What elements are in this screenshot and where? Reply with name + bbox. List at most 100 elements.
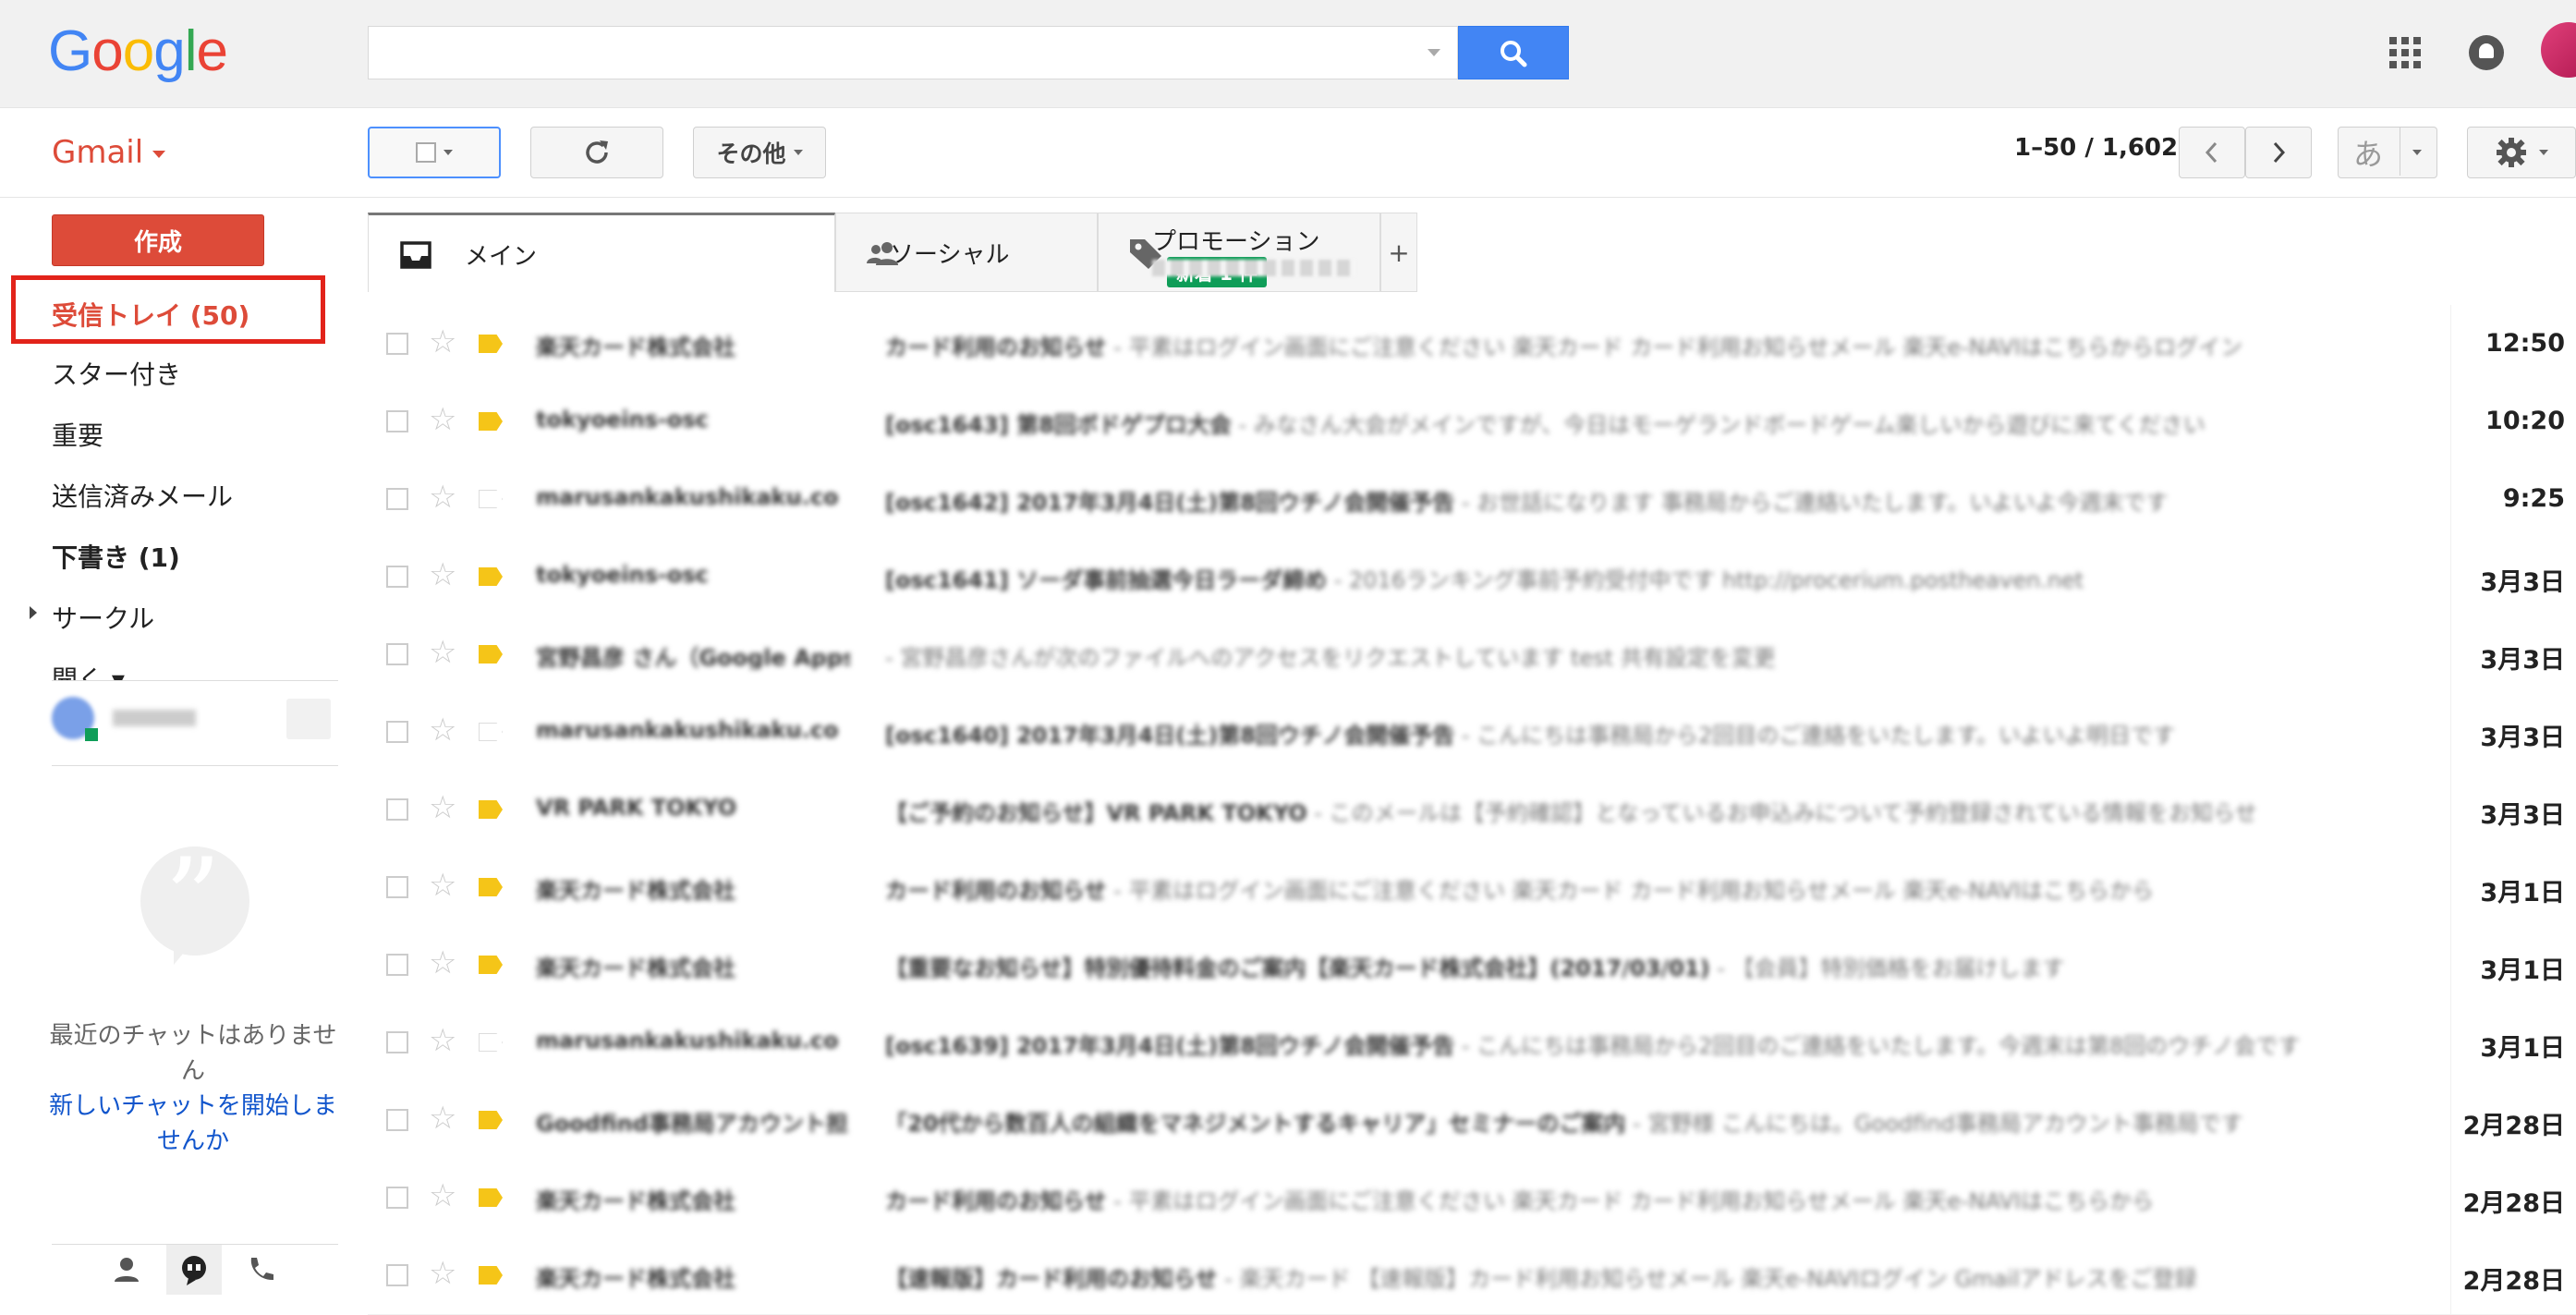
mail-snippet: - みなさん大会がメインですが、今日はモーゲランドボードゲーム楽しいから遊びに来… [1231, 412, 2205, 436]
phone-icon[interactable] [242, 1252, 277, 1287]
more-actions-button[interactable]: その他 [693, 127, 826, 178]
row-checkbox[interactable] [386, 566, 408, 588]
divider [2450, 615, 2451, 693]
importance-marker-icon[interactable] [479, 800, 503, 819]
sidebar-item-important[interactable]: 重要 [52, 416, 103, 453]
mail-row[interactable]: ☆ 楽天カード株式会社 カード利用のお知らせ - 平素はログイン画面にご注意ください… [368, 848, 2576, 927]
settings-button[interactable] [2467, 127, 2576, 178]
star-icon[interactable]: ☆ [429, 1022, 456, 1059]
star-icon[interactable]: ☆ [429, 1100, 456, 1137]
mail-row[interactable]: ☆ marusankakushikaku.co [osc1640] 2017年3月4… [368, 693, 2576, 772]
row-checkbox[interactable] [386, 333, 408, 355]
notifications-bell-icon[interactable] [2469, 35, 2504, 70]
star-icon[interactable]: ☆ [429, 1255, 456, 1292]
mail-row[interactable]: ☆ tokyoeins-osc [osc1641] ソーダ事前抽選今日ラーダ締め -… [368, 538, 2576, 616]
add-tab-button[interactable]: + [1380, 213, 1417, 292]
divider [2450, 460, 2451, 538]
mail-date: 3月3日 [2480, 568, 2565, 597]
importance-marker-icon[interactable] [479, 645, 503, 664]
star-icon[interactable]: ☆ [429, 1177, 456, 1214]
star-icon[interactable]: ☆ [429, 789, 456, 826]
search-button[interactable] [1458, 26, 1569, 79]
mail-row[interactable]: ☆ 楽天カード株式会社 カード利用のお知らせ - 平素はログイン画面にご注意ください… [368, 1159, 2576, 1237]
row-checkbox[interactable] [386, 798, 408, 821]
sidebar-item-sent[interactable]: 送信済みメール [52, 477, 233, 514]
star-icon[interactable]: ☆ [429, 944, 456, 981]
importance-marker-icon[interactable] [479, 1188, 503, 1207]
importance-marker-icon[interactable] [479, 1266, 503, 1285]
apps-grid-icon[interactable] [2389, 37, 2421, 68]
google-logo[interactable]: Google [48, 18, 228, 84]
sidebar-item-inbox[interactable]: 受信トレイ (50) [52, 296, 249, 333]
refresh-button[interactable] [530, 127, 663, 178]
importance-marker-icon[interactable] [479, 567, 503, 586]
star-icon[interactable]: ☆ [429, 712, 456, 749]
chevron-down-icon[interactable] [2412, 150, 2422, 155]
chat-options-button[interactable] [286, 699, 331, 739]
compose-button[interactable]: 作成 [52, 214, 264, 266]
hangouts-tab[interactable] [166, 1245, 222, 1295]
row-checkbox[interactable] [386, 643, 408, 665]
star-icon[interactable]: ☆ [429, 634, 456, 671]
account-avatar[interactable] [2541, 22, 2576, 78]
tab-social[interactable]: ソーシャル [835, 213, 1098, 292]
contacts-person-icon[interactable] [109, 1252, 144, 1287]
importance-marker-icon[interactable] [479, 956, 503, 974]
star-icon[interactable]: ☆ [429, 556, 456, 593]
older-page-button[interactable] [2245, 127, 2312, 178]
input-tools-label: あ [2353, 137, 2384, 172]
row-checkbox[interactable] [386, 488, 408, 510]
row-checkbox[interactable] [386, 1031, 408, 1053]
importance-marker-icon[interactable] [479, 490, 503, 508]
row-checkbox[interactable] [386, 1264, 408, 1286]
sidebar-item-starred[interactable]: スター付き [52, 355, 181, 392]
row-checkbox[interactable] [386, 410, 408, 432]
newer-page-button[interactable] [2179, 127, 2245, 178]
select-all-button[interactable] [368, 127, 501, 178]
mail-snippet: - 平素はログイン画面にご注意ください 楽天カード カード利用お知らせメール 楽… [1106, 335, 2243, 359]
sidebar-item-drafts[interactable]: 下書き (1) [52, 538, 180, 575]
mail-row[interactable]: ☆ tokyoeins-osc [osc1643] 第8回ボドゲプロ大会 - みなさ… [368, 383, 2576, 461]
star-icon[interactable]: ☆ [429, 323, 456, 360]
search-input[interactable] [369, 27, 1415, 77]
mail-sender: 楽天カード株式会社 [536, 1188, 735, 1212]
mail-row[interactable]: ☆ 楽天カード株式会社 【重要なお知らせ】特別優待料金のご案内【楽天カード株式会社】… [368, 926, 2576, 1005]
sidebar-item-circles[interactable]: サークル [52, 599, 154, 636]
star-icon[interactable]: ☆ [429, 401, 456, 438]
mail-row[interactable]: ☆ Goodfind事務局アカウント担当 「20代から数百人の組織をマネジメントする… [368, 1081, 2576, 1160]
mail-row[interactable]: ☆ 楽天カード株式会社 【速報版】カード利用のお知らせ - 楽天カード 【速報版】カ… [368, 1236, 2576, 1315]
start-new-chat-link[interactable]: 新しいチャットを開始しませんか [41, 1089, 346, 1159]
importance-marker-icon[interactable] [479, 412, 503, 431]
search-options-caret-icon[interactable] [1428, 49, 1440, 56]
mail-subject: カード利用のお知らせ [885, 878, 1107, 902]
tab-primary[interactable]: メイン [368, 213, 835, 292]
row-checkbox[interactable] [386, 954, 408, 976]
importance-marker-icon[interactable] [479, 723, 503, 741]
divider [2450, 383, 2451, 460]
sidebar-item-more[interactable]: 開く ▾ [52, 660, 125, 680]
more-actions-label: その他 [716, 140, 786, 167]
mail-row[interactable]: ☆ VR PARK TOKYO 【ご予約のお知らせ】VR PARK TOKYO - … [368, 771, 2576, 849]
row-checkbox[interactable] [386, 876, 408, 898]
search-box[interactable] [368, 26, 1458, 79]
tab-promotions[interactable]: プロモーション新着 1 件 [1098, 213, 1380, 292]
star-icon[interactable]: ☆ [429, 867, 456, 904]
expand-caret-icon[interactable] [30, 606, 37, 619]
chat-user-status[interactable] [52, 695, 338, 743]
importance-marker-icon[interactable] [479, 335, 503, 353]
row-checkbox[interactable] [386, 721, 408, 743]
mail-row[interactable]: ☆ marusankakushikaku.co [osc1642] 2017年3月4… [368, 460, 2576, 539]
chevron-right-icon [2273, 141, 2286, 164]
importance-marker-icon[interactable] [479, 1033, 503, 1052]
star-icon[interactable]: ☆ [429, 479, 456, 516]
importance-marker-icon[interactable] [479, 878, 503, 896]
row-checkbox[interactable] [386, 1109, 408, 1131]
input-tools-button[interactable]: あ [2338, 127, 2437, 178]
mail-row[interactable]: ☆ 楽天カード株式会社 カード利用のお知らせ - 平素はログイン画面にご注意ください… [368, 305, 2576, 384]
gmail-menu[interactable]: Gmail [52, 134, 166, 171]
row-checkbox[interactable] [386, 1187, 408, 1209]
mail-row[interactable]: ☆ marusankakushikaku.co [osc1639] 2017年3月4… [368, 1004, 2576, 1082]
mail-row[interactable]: ☆宮野昌彦 さん（Google Apps test）- アクセス権のリクエスト … [368, 615, 2576, 694]
divider [52, 680, 338, 681]
importance-marker-icon[interactable] [479, 1111, 503, 1129]
